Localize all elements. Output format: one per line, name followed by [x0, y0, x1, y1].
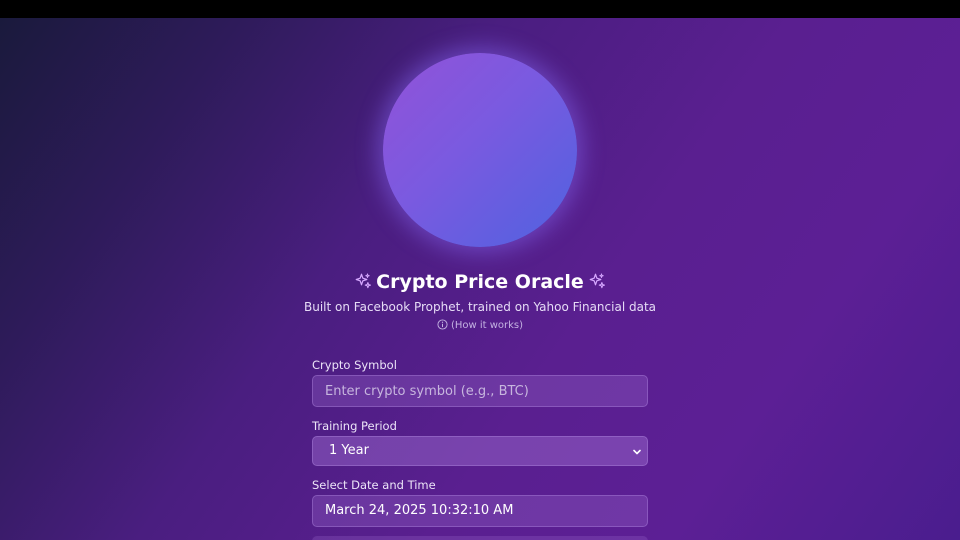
symbol-label: Crypto Symbol	[312, 358, 397, 372]
symbol-input[interactable]	[312, 375, 648, 407]
datetime-value: March 24, 2025 10:32:10 AM	[325, 503, 514, 518]
info-icon	[437, 318, 448, 330]
sparkles-icon	[589, 272, 605, 288]
how-it-works-text[interactable]: (How it works)	[451, 320, 523, 331]
datetime-picker[interactable]: March 24, 2025 10:32:10 AM	[312, 495, 648, 527]
oracle-orb	[383, 53, 577, 247]
training-period-select[interactable]: 1 Year	[312, 436, 648, 466]
training-period-value: 1 Year	[329, 443, 369, 458]
page-title: Crypto Price Oracle	[0, 268, 960, 296]
sparkles-icon	[355, 272, 372, 288]
datetime-label: Select Date and Time	[312, 478, 436, 492]
next-field-edge	[312, 536, 648, 540]
chevron-down-icon	[633, 449, 641, 455]
how-it-works-link[interactable]: (How it works)	[0, 318, 960, 333]
training-period-label: Training Period	[312, 419, 397, 433]
page-subtitle: Built on Facebook Prophet, trained on Ya…	[304, 300, 656, 314]
top-bar	[0, 0, 960, 18]
page-title-text: Crypto Price Oracle	[376, 271, 584, 293]
